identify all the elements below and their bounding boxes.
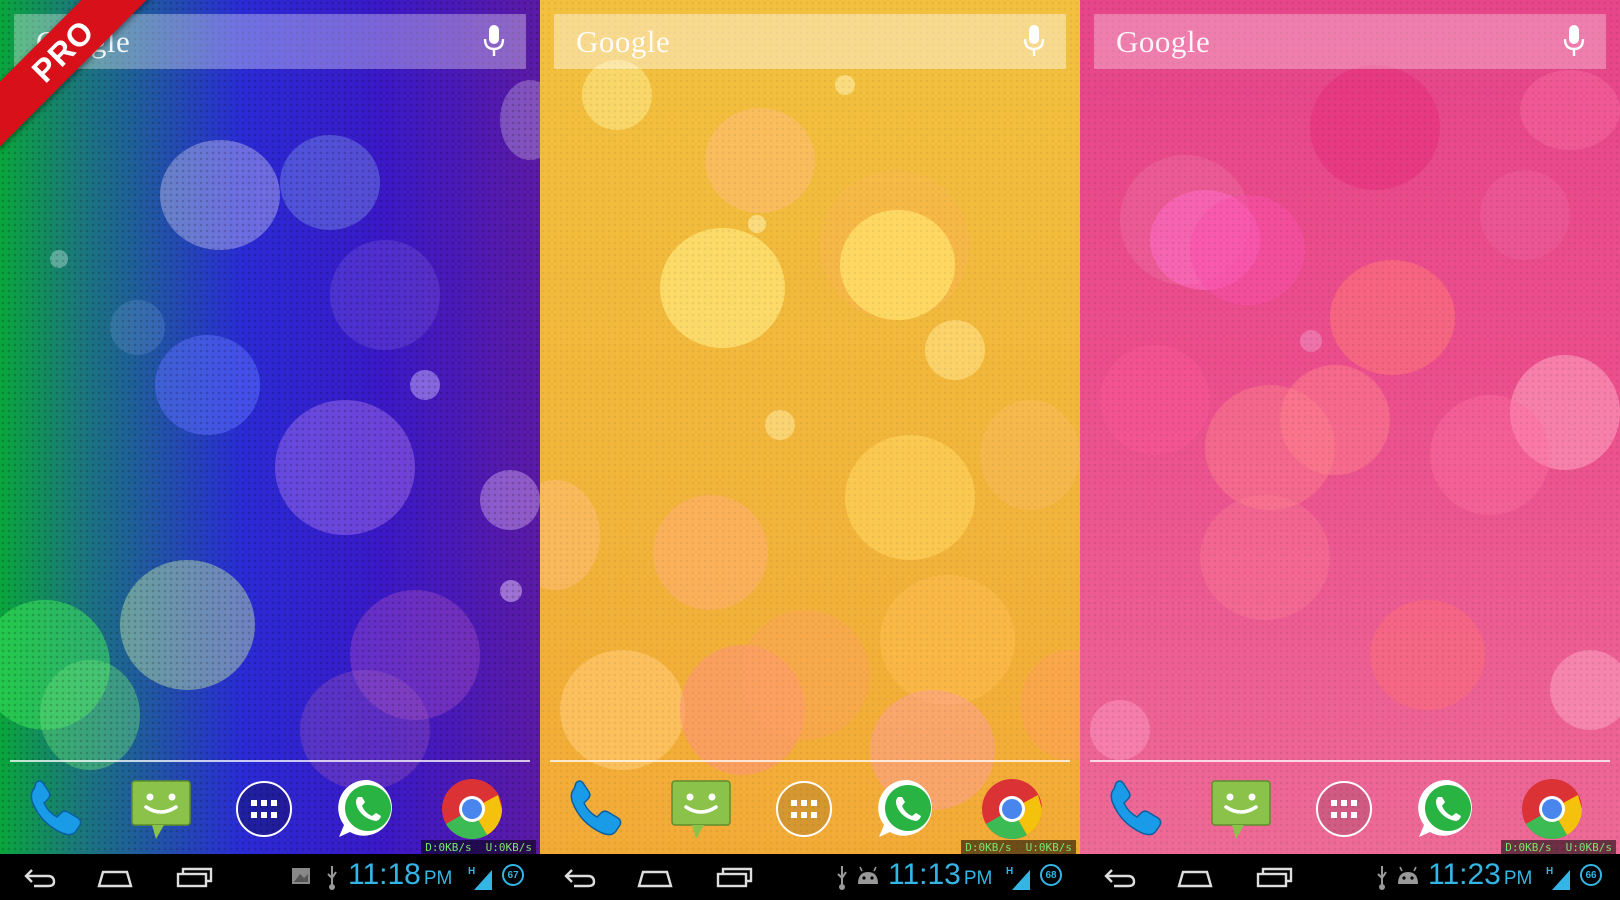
home-icon[interactable] [1175, 862, 1215, 892]
wallpaper-yellow [540, 0, 1080, 854]
wallpaper-blue [0, 0, 540, 854]
status-clock: 11:23 PM [1428, 858, 1533, 891]
android-debug-icon [1398, 866, 1418, 884]
messaging-icon[interactable] [126, 775, 194, 843]
status-clock: 11:13 PM [888, 858, 993, 891]
google-search-bar[interactable]: Google [1094, 14, 1606, 69]
chrome-icon[interactable] [438, 775, 506, 843]
mic-icon[interactable] [1022, 24, 1046, 58]
wallpaper-pink [1080, 0, 1620, 854]
dock-divider [550, 760, 1070, 762]
phone-icon[interactable] [22, 775, 90, 843]
mic-icon[interactable] [482, 24, 506, 58]
home-icon[interactable] [95, 862, 135, 892]
search-text: Google [1116, 23, 1211, 59]
whatsapp-icon[interactable] [334, 775, 402, 843]
app-drawer-icon[interactable] [1310, 775, 1378, 843]
netspeed-up: U:0KB/s [1025, 840, 1072, 854]
messaging-icon[interactable] [666, 775, 734, 843]
recent-apps-icon[interactable] [714, 862, 754, 892]
usb-notification-icon [1377, 866, 1387, 890]
battery-icon: 68 [1040, 864, 1062, 886]
home-icon[interactable] [635, 862, 675, 892]
usb-notification-icon [327, 866, 337, 890]
usb-notification-icon [837, 866, 847, 890]
back-icon[interactable] [20, 862, 60, 892]
mic-icon[interactable] [1562, 24, 1586, 58]
recent-apps-icon[interactable] [1254, 862, 1294, 892]
whatsapp-icon[interactable] [874, 775, 942, 843]
back-icon[interactable] [560, 862, 600, 892]
dock [540, 775, 1080, 845]
chrome-icon[interactable] [1518, 775, 1586, 843]
recent-apps-icon[interactable] [174, 862, 214, 892]
netspeed-indicator: D:0KB/s U:0KB/s [421, 840, 536, 854]
battery-icon: 67 [502, 864, 524, 886]
screen-yellow: Google D:0KB/s U:0KB/s 11:13 PM H 68 [540, 0, 1080, 900]
netspeed-down: D:0KB/s [425, 840, 472, 854]
back-icon[interactable] [1100, 862, 1140, 892]
system-navbar: 11:18 PM H 67 [0, 854, 540, 900]
dock-divider [10, 760, 530, 762]
svg-text:H: H [1006, 866, 1013, 877]
app-drawer-icon[interactable] [770, 775, 838, 843]
search-text: Google [576, 23, 671, 59]
signal-icon: H [1546, 866, 1570, 890]
phone-icon[interactable] [562, 775, 630, 843]
dock [0, 775, 540, 845]
signal-icon: H [1006, 866, 1030, 890]
signal-icon: H [468, 866, 492, 890]
dock [1080, 775, 1620, 845]
app-drawer-icon[interactable] [230, 775, 298, 843]
google-search-bar[interactable]: Google [554, 14, 1066, 69]
dock-divider [1090, 760, 1610, 762]
whatsapp-icon[interactable] [1414, 775, 1482, 843]
svg-text:H: H [468, 866, 475, 877]
battery-icon: 66 [1580, 864, 1602, 886]
netspeed-down: D:0KB/s [1505, 840, 1552, 854]
netspeed-up: U:0KB/s [485, 840, 532, 854]
system-navbar: 11:13 PM H 68 [540, 854, 1080, 900]
netspeed-up: U:0KB/s [1565, 840, 1612, 854]
netspeed-down: D:0KB/s [965, 840, 1012, 854]
android-debug-icon [858, 866, 878, 884]
chrome-icon[interactable] [978, 775, 1046, 843]
screenshot-stage: Google PRO [0, 0, 1620, 900]
screen-blue: Google PRO [0, 0, 540, 900]
messaging-icon[interactable] [1206, 775, 1274, 843]
status-clock: 11:18 PM [348, 858, 453, 891]
system-navbar: 11:23 PM H 66 [1080, 854, 1620, 900]
phone-icon[interactable] [1102, 775, 1170, 843]
netspeed-indicator: D:0KB/s U:0KB/s [961, 840, 1076, 854]
netspeed-indicator: D:0KB/s U:0KB/s [1501, 840, 1616, 854]
screen-pink: Google D:0KB/s U:0KB/s 11:23 PM H 66 [1080, 0, 1620, 900]
svg-text:H: H [1546, 866, 1553, 877]
